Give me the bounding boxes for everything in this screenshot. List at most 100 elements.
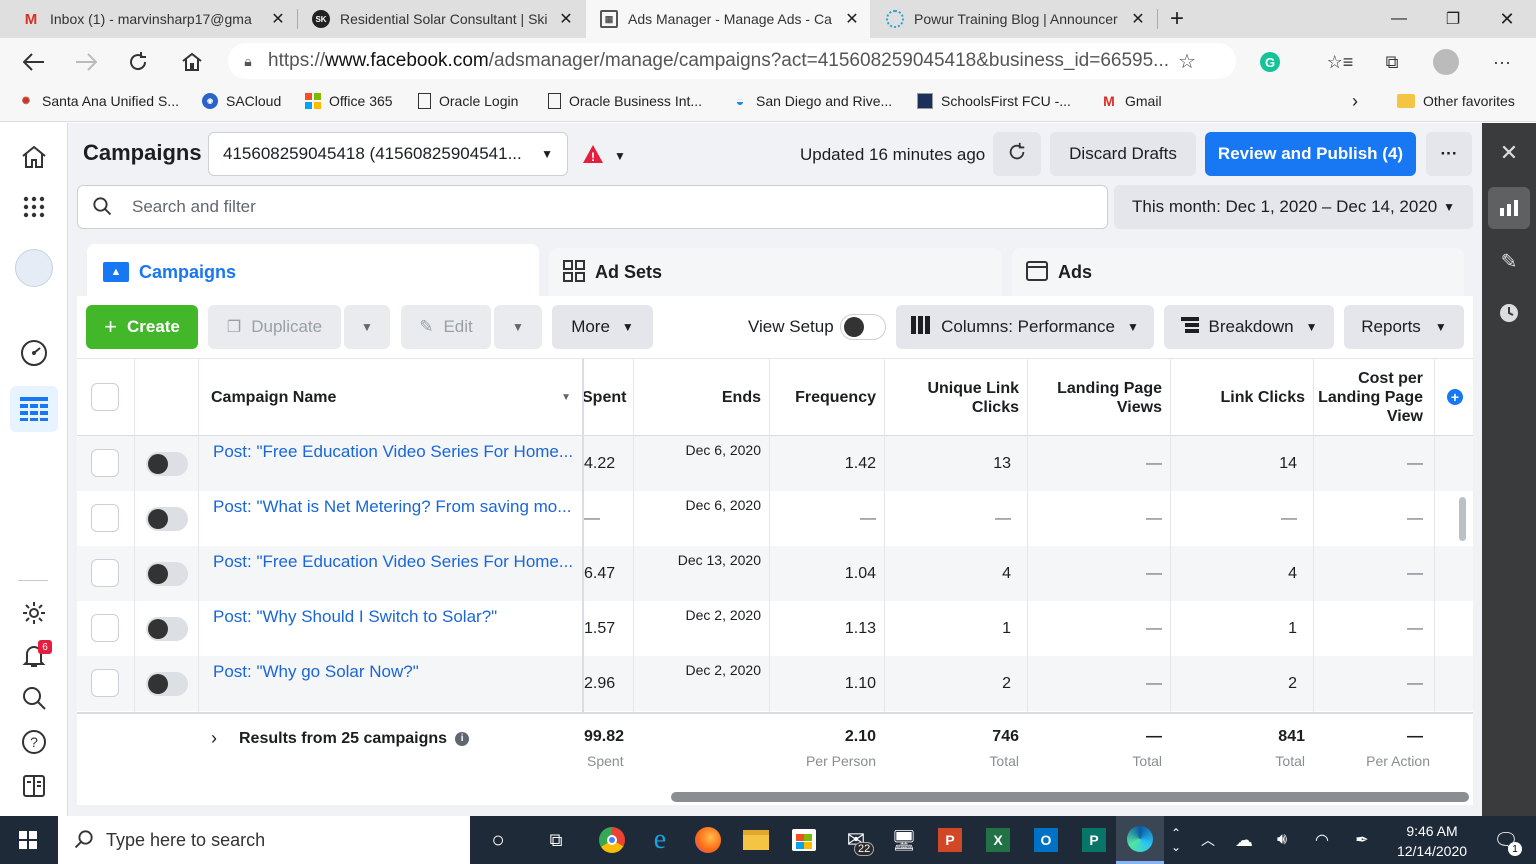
table-row[interactable]: Post: "Free Education Video Series For H… — [77, 546, 1473, 601]
column-header-cost-per-lpv[interactable]: Cost per Landing Page View — [1314, 359, 1423, 436]
powerpoint-icon[interactable]: P — [930, 820, 970, 860]
favorite-oracle-login[interactable]: Oracle Login — [418, 86, 518, 116]
url-bar[interactable]: 🔒︎ https://www.facebook.com/adsmanager/m… — [228, 43, 1236, 79]
row-checkbox[interactable] — [91, 449, 119, 477]
settings-gear-icon[interactable] — [14, 593, 54, 633]
cortana-icon[interactable]: ○ — [478, 820, 518, 860]
row-checkbox[interactable] — [91, 504, 119, 532]
firefox-icon[interactable] — [688, 820, 728, 860]
favorite-schoolsfirst[interactable]: SchoolsFirst FCU -... — [917, 86, 1071, 116]
grammarly-icon[interactable]: G — [1252, 46, 1288, 78]
row-checkbox[interactable] — [91, 669, 119, 697]
history-clock-icon[interactable] — [1489, 293, 1529, 333]
account-avatar[interactable] — [14, 248, 54, 288]
back-icon[interactable] — [16, 46, 52, 78]
warning-dropdown[interactable]: ! ▼ — [582, 144, 626, 167]
restore-icon[interactable]: ❐ — [1430, 0, 1476, 38]
home-icon[interactable] — [174, 46, 210, 78]
select-all-checkbox[interactable] — [91, 383, 119, 411]
column-header-ends[interactable]: Ends — [635, 359, 761, 436]
campaign-toggle[interactable] — [146, 562, 188, 586]
forward-icon[interactable] — [68, 46, 104, 78]
table-row[interactable]: Post: "What is Net Metering? From saving… — [77, 491, 1473, 546]
columns-button[interactable]: Columns: Performance ▼ — [896, 305, 1154, 349]
mail-icon[interactable]: ✉ 22 — [836, 820, 876, 860]
refresh-button[interactable] — [993, 132, 1041, 176]
favorites-list-icon[interactable]: ☆≡ — [1322, 46, 1358, 78]
settings-more-icon[interactable]: ··· — [1484, 46, 1520, 78]
notifications-bell-icon[interactable]: 6 — [14, 636, 54, 676]
windows-start-icon[interactable] — [8, 820, 48, 860]
taskbar-search[interactable]: Type here to search — [58, 816, 470, 864]
favorite-gmail[interactable]: M Gmail — [1101, 86, 1161, 116]
action-center-icon[interactable]: 🗨︎ 1 — [1486, 820, 1526, 860]
tab-gmail[interactable]: M Inbox (1) - marvinsharp17@gma ✕ — [8, 0, 296, 38]
campaigns-table-icon[interactable] — [10, 386, 58, 432]
campaign-name-link[interactable]: Post: "Why go Solar Now?" — [213, 656, 573, 711]
favorites-overflow-icon[interactable]: › — [1352, 86, 1358, 116]
row-checkbox[interactable] — [91, 614, 119, 642]
collections-icon[interactable]: ⧉ — [1374, 46, 1410, 78]
table-row[interactable]: Post: "Why go Solar Now?" 2.96 Dec 2, 2020… — [77, 656, 1473, 711]
pencil-icon[interactable]: ✎ — [1489, 241, 1529, 281]
close-icon[interactable]: ✕ — [268, 9, 288, 29]
edit-button[interactable]: ✎ Edit — [401, 305, 491, 349]
chart-icon[interactable] — [1488, 187, 1530, 229]
favorite-oracle-bi[interactable]: Oracle Business Int... — [548, 86, 702, 116]
tab-skillsoft[interactable]: SK Residential Solar Consultant | Ski ✕ — [298, 0, 584, 38]
campaign-toggle[interactable] — [146, 452, 188, 476]
duplicate-button[interactable]: ❐ Duplicate — [208, 305, 341, 349]
view-setup-toggle[interactable] — [840, 314, 886, 340]
table-row[interactable]: Post: "Free Education Video Series For H… — [77, 436, 1473, 491]
window-close-icon[interactable]: ✕ — [1484, 0, 1530, 38]
tab-ads-manager[interactable]: ▦ Ads Manager - Manage Ads - Ca ✕ — [586, 0, 870, 38]
publisher-icon[interactable]: P — [1074, 820, 1114, 860]
task-view-icon[interactable]: ⧉ — [536, 820, 576, 860]
reports-button[interactable]: Reports ▼ — [1344, 305, 1464, 349]
taskbar-scroll-icon[interactable]: ⌃ ⌄ — [1164, 820, 1188, 860]
chrome-icon[interactable] — [592, 820, 632, 860]
campaign-name-link[interactable]: Post: "Free Education Video Series For H… — [213, 436, 573, 491]
volume-icon[interactable]: 🔊︎ — [1262, 820, 1302, 860]
tab-powur-blog[interactable]: Powur Training Blog | Announcer ✕ — [872, 0, 1156, 38]
more-options-button[interactable]: ··· — [1426, 132, 1472, 176]
discard-drafts-button[interactable]: Discard Drafts — [1050, 132, 1196, 176]
report-panel-icon[interactable] — [14, 766, 54, 806]
breakdown-button[interactable]: Breakdown ▼ — [1164, 305, 1334, 349]
column-header-frequency[interactable]: Frequency — [770, 359, 876, 436]
system-clock[interactable]: 9:46 AM 12/14/2020 — [1384, 821, 1480, 861]
horizontal-scrollbar[interactable] — [671, 792, 1469, 802]
campaign-toggle[interactable] — [146, 672, 188, 696]
edit-dropdown-button[interactable]: ▼ — [494, 305, 542, 349]
favorite-sacloud[interactable]: ◉ SACloud — [202, 86, 281, 116]
review-publish-button[interactable]: Review and Publish (4) — [1205, 132, 1416, 176]
duplicate-dropdown-button[interactable]: ▼ — [344, 305, 390, 349]
table-row[interactable]: Post: "Why Should I Switch to Solar?" 1.5… — [77, 601, 1473, 656]
column-header-unique-link-clicks[interactable]: Unique Link Clicks — [885, 359, 1019, 436]
column-header-spent[interactable]: Spent — [582, 359, 634, 436]
home-icon[interactable] — [14, 137, 54, 177]
minimize-icon[interactable]: — — [1376, 0, 1422, 38]
campaign-toggle[interactable] — [146, 617, 188, 641]
file-explorer-icon[interactable] — [736, 820, 776, 860]
dashboard-gauge-icon[interactable] — [14, 333, 54, 373]
favorite-star-icon[interactable]: ☆ — [1178, 49, 1196, 74]
more-button[interactable]: More ▼ — [552, 305, 653, 349]
column-header-campaign-name[interactable]: Campaign Name ▼ — [211, 359, 581, 436]
campaign-name-link[interactable]: Post: "Free Education Video Series For H… — [213, 546, 573, 601]
favorite-santa-ana[interactable]: ✺ Santa Ana Unified S... — [18, 86, 179, 116]
tab-campaigns[interactable]: ▲ Campaigns — [87, 244, 539, 300]
tab-ads[interactable]: Ads — [1012, 248, 1464, 296]
help-icon[interactable]: ? — [14, 722, 54, 762]
campaign-name-link[interactable]: Post: "Why Should I Switch to Solar?" — [213, 601, 573, 656]
profile-avatar[interactable] — [1428, 46, 1464, 78]
row-checkbox[interactable] — [91, 559, 119, 587]
close-icon[interactable]: ✕ — [556, 9, 576, 29]
onedrive-icon[interactable]: ☁ — [1224, 820, 1264, 860]
new-tab-icon[interactable]: + — [1154, 0, 1200, 38]
wifi-icon[interactable]: ◠ — [1302, 820, 1342, 860]
outlook-icon[interactable]: O — [1026, 820, 1066, 860]
excel-icon[interactable]: X — [978, 820, 1018, 860]
store-icon[interactable] — [784, 820, 824, 860]
vertical-scrollbar[interactable] — [1459, 497, 1466, 541]
